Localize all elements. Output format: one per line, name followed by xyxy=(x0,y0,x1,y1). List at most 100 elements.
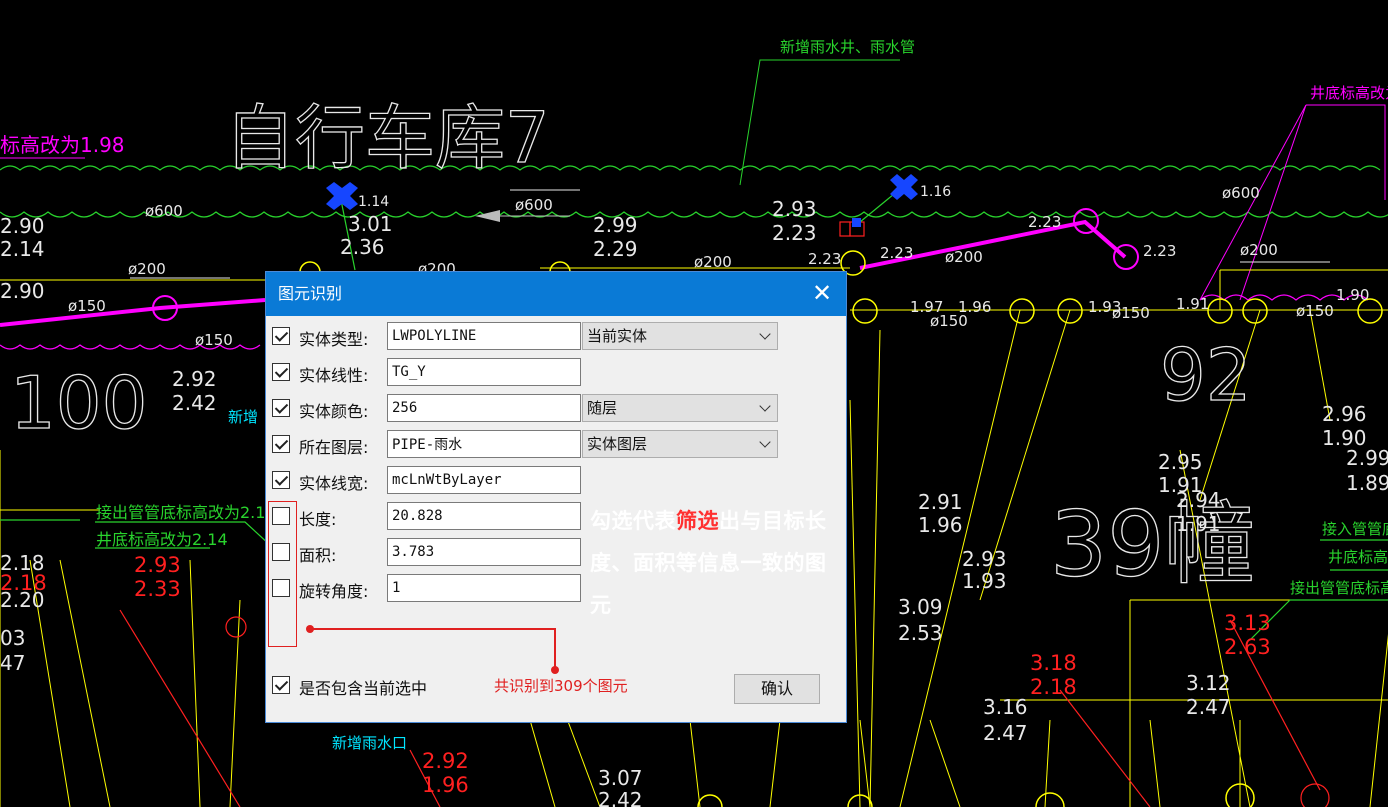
elevation-label: 2.99 xyxy=(1346,446,1388,470)
pipe-size-label: ø150 xyxy=(1112,304,1150,322)
elevation-label-red: 1.96 xyxy=(422,773,469,797)
note-new-left: 新增 xyxy=(228,408,258,426)
note-well-bottom: 井底标高改为2.14 xyxy=(96,530,228,549)
elevation-label: 1.93 xyxy=(962,569,1007,593)
room-label-92: 92 xyxy=(1160,333,1252,417)
filter-checkbox[interactable] xyxy=(272,327,290,345)
filter-label: 所在图层: xyxy=(299,438,369,457)
include-current-label: 是否包含当前选中 xyxy=(299,679,428,698)
filter-label: 长度: xyxy=(299,510,337,529)
select-value: 随层 xyxy=(587,399,618,417)
filter-value-input[interactable] xyxy=(387,502,581,530)
elevation-label: 1.91 xyxy=(1176,295,1209,313)
dialog-title: 图元识别 xyxy=(278,284,343,303)
elevation-label-red: 2.63 xyxy=(1224,635,1271,659)
elevation-label: 2.42 xyxy=(598,788,643,807)
room-label-39: 39幢 xyxy=(1050,492,1255,597)
chevron-down-icon xyxy=(759,436,771,448)
note-new-inlet: 新增雨水口 xyxy=(332,734,407,752)
filter-checkbox[interactable] xyxy=(272,363,290,381)
elevation-label: 2.23 xyxy=(772,221,817,245)
pipe-size-label: ø600 xyxy=(145,202,183,220)
elevation-label-red: 3.18 xyxy=(1030,651,1077,675)
filter-label: 旋转角度: xyxy=(299,582,369,601)
filter-value-input[interactable] xyxy=(387,358,581,386)
elevation-label: 03 xyxy=(0,626,25,650)
elevation-label: 3.07 xyxy=(598,766,643,790)
annotation-text-1: 勾选代表 xyxy=(590,509,676,533)
filter-checkbox[interactable] xyxy=(272,471,290,489)
elevation-label: 2.93 xyxy=(962,547,1007,571)
highlight-box-unchecked xyxy=(268,501,297,647)
pipe-size-label: ø600 xyxy=(1222,184,1260,202)
elevation-label: 2.53 xyxy=(898,621,943,645)
note-well-bottom-right: 井底标高 xyxy=(1328,548,1388,566)
pipe-size-label: ø200 xyxy=(945,248,983,266)
filter-source-select[interactable]: 当前实体 xyxy=(582,322,778,350)
note-magenta-right: 井底标高改为 xyxy=(1310,84,1388,102)
filter-label: 实体线宽: xyxy=(299,474,369,493)
filter-checkbox[interactable] xyxy=(272,435,290,453)
elevation-label: 2.23 xyxy=(808,250,841,268)
filter-label: 实体类型: xyxy=(299,330,369,349)
filter-row: 实体类型: 当前实体 xyxy=(272,322,832,350)
elevation-label: 1.14 xyxy=(358,194,389,210)
dialog-titlebar: 图元识别 ✕ xyxy=(266,272,846,316)
elevation-label: 2.90 xyxy=(0,214,45,238)
filter-value-input[interactable] xyxy=(387,538,581,566)
elevation-label-red: 2.93 xyxy=(134,553,181,577)
filter-checkbox[interactable] xyxy=(272,399,290,417)
filter-source-select[interactable]: 随层 xyxy=(582,394,778,422)
elevation-label: 2.36 xyxy=(340,235,385,259)
include-current-checkbox[interactable] xyxy=(272,676,290,694)
elevation-label: 2.42 xyxy=(172,391,217,415)
elevation-label: 1.90 xyxy=(1336,286,1369,304)
filter-value-input[interactable] xyxy=(387,394,581,422)
recognized-count: 共识别到309个图元 xyxy=(494,677,628,695)
filter-value-input[interactable] xyxy=(387,466,581,494)
elevation-label: 2.90 xyxy=(0,279,45,303)
elevation-label: 3.09 xyxy=(898,595,943,619)
filter-row: 实体颜色: 随层 xyxy=(272,394,832,422)
element-recognition-dialog: 图元识别 ✕ 实体类型: 当前实体实体线性: 实体颜色: 随层所在图层: 实体图层实体线… xyxy=(265,271,847,723)
room-label-100: 100 xyxy=(10,361,147,445)
elevation-label: 2.93 xyxy=(772,197,817,221)
elevation-label: 3.12 xyxy=(1186,671,1231,695)
filter-value-input[interactable] xyxy=(387,574,581,602)
elevation-label: 2.23 xyxy=(880,244,913,262)
elevation-label: 2.47 xyxy=(1186,695,1231,719)
flow-arrow xyxy=(475,210,500,222)
filter-row: 所在图层: 实体图层 xyxy=(272,430,832,458)
elevation-label: 1.16 xyxy=(920,184,951,200)
pipe-size-label: ø150 xyxy=(1296,302,1334,320)
elevation-label-red: 3.13 xyxy=(1224,611,1271,635)
elevation-label: 2.92 xyxy=(172,367,217,391)
elevation-label: 1.89 xyxy=(1346,471,1388,495)
filter-value-input[interactable] xyxy=(387,322,581,350)
green-leader xyxy=(739,59,900,186)
select-value: 当前实体 xyxy=(587,327,648,345)
annotation-highlight: 筛选 xyxy=(676,509,719,533)
magenta-leader-3 xyxy=(1239,104,1307,301)
manhole-circle-3 xyxy=(1113,244,1139,270)
elevation-label: 2.94 xyxy=(1176,488,1221,512)
filter-source-select[interactable]: 实体图层 xyxy=(582,430,778,458)
note-outlet-elev: 接出管管底标高改为2.14 xyxy=(96,503,276,522)
pipe-size-label: ø150 xyxy=(68,297,106,315)
green-wavy-boundary xyxy=(0,165,1381,171)
confirm-button[interactable]: 确认 xyxy=(734,674,820,704)
elevation-label: 2.47 xyxy=(983,721,1028,745)
elevation-label-red: 2.18 xyxy=(1030,675,1077,699)
room-label: 自行车库7 xyxy=(225,97,550,179)
elevation-label: 2.23 xyxy=(1143,242,1176,260)
elevation-label: 1.96 xyxy=(918,513,963,537)
elevation-label-red: 2.33 xyxy=(134,577,181,601)
close-icon[interactable]: ✕ xyxy=(798,272,846,316)
elevation-label: 2.23 xyxy=(1028,213,1061,231)
filter-value-input[interactable] xyxy=(387,430,581,458)
elevation-label: 47 xyxy=(0,651,25,675)
elevation-label: 3.16 xyxy=(983,695,1028,719)
pipe-size-label: ø200 xyxy=(128,260,166,278)
elevation-label: 2.91 xyxy=(918,490,963,514)
filter-row: 实体线性: xyxy=(272,358,832,386)
